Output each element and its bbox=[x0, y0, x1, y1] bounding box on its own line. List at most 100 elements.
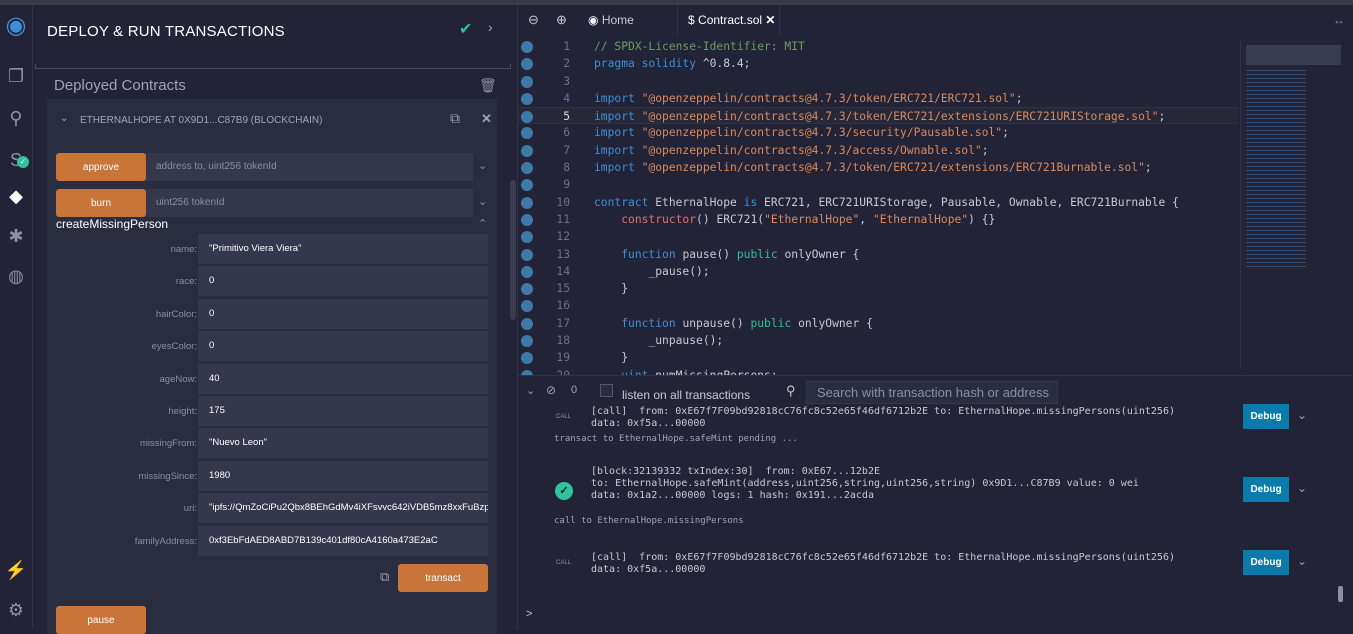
code-line[interactable]: 14 _pause(); bbox=[518, 263, 1238, 280]
chevron-down-icon[interactable]: ⌄ bbox=[1297, 408, 1307, 422]
debug-button[interactable]: Debug bbox=[1243, 404, 1289, 429]
code-token: import bbox=[594, 143, 642, 157]
breakpoint-icon[interactable] bbox=[521, 335, 533, 348]
code-line[interactable]: 10 contract EthernalHope is ERC721, ERC72… bbox=[518, 194, 1238, 211]
code-line[interactable]: 5 import "@openzeppelin/contracts@4.7.3/t… bbox=[518, 107, 1238, 125]
collapse-terminal-icon[interactable]: ⌄ bbox=[526, 384, 535, 397]
field-input-uri[interactable]: "ipfs://QmZoCiPu2Qbx8BEhGdMv4iXFsvvc642i… bbox=[198, 493, 488, 524]
code-line[interactable]: 19 } bbox=[518, 349, 1238, 366]
line-number: 6 bbox=[563, 126, 570, 140]
tab-contract-sol[interactable]: $ Contract.sol ✕ bbox=[680, 5, 780, 35]
close-icon[interactable]: ✕ bbox=[481, 111, 492, 127]
plugin-manager-icon[interactable]: ⚡ bbox=[3, 557, 29, 583]
field-input-familyaddress[interactable]: 0xf3EbFdAED8ABD7B139c401df80cA4160a473E2… bbox=[198, 525, 488, 556]
code-line[interactable]: 12 bbox=[518, 228, 1238, 245]
breakpoint-icon[interactable] bbox=[521, 231, 533, 244]
breakpoint-icon[interactable] bbox=[521, 213, 533, 226]
chevron-up-icon[interactable]: ⌃ bbox=[478, 217, 487, 230]
field-input-name[interactable]: "Primitivo Viera Viera" bbox=[198, 234, 488, 264]
breakpoint-icon[interactable] bbox=[521, 58, 533, 71]
tab-label: Home bbox=[601, 13, 634, 27]
breakpoint-icon[interactable] bbox=[521, 162, 533, 175]
pause-button[interactable]: pause bbox=[56, 606, 146, 634]
field-input-missingsince[interactable]: 1980 bbox=[198, 460, 488, 491]
breakpoint-icon[interactable] bbox=[521, 92, 533, 105]
expand-icon[interactable]: ↔ bbox=[1333, 5, 1345, 35]
code-line[interactable]: 8 import "@openzeppelin/contracts@4.7.3/t… bbox=[518, 159, 1238, 176]
breakpoint-icon[interactable] bbox=[521, 300, 533, 313]
trash-icon[interactable]: 🗑 bbox=[479, 77, 497, 94]
tab-home[interactable]: ◉ Home bbox=[588, 5, 678, 35]
deploy-run-icon[interactable]: ◆ bbox=[3, 183, 29, 209]
debugger-icon[interactable]: ✱ bbox=[3, 223, 29, 249]
breakpoint-icon[interactable] bbox=[521, 283, 533, 296]
divider bbox=[35, 64, 511, 69]
code-line[interactable]: 11 constructor() ERC721("EthernalHope", … bbox=[518, 211, 1238, 228]
field-input-eyescolor[interactable]: 0 bbox=[198, 331, 488, 362]
code-line[interactable]: 3 bbox=[518, 73, 1238, 90]
search-icon[interactable]: ⚲ bbox=[3, 105, 29, 131]
field-input-missingfrom[interactable]: "Nuevo Leon" bbox=[198, 428, 488, 459]
code-line[interactable]: 7 import "@openzeppelin/contracts@4.7.3/a… bbox=[518, 142, 1238, 159]
breakpoint-icon[interactable] bbox=[521, 144, 533, 157]
code-lines[interactable]: 1 // SPDX-License-Identifier: MIT 2 pragma … bbox=[518, 38, 1238, 384]
chevron-down-icon[interactable]: ⌄ bbox=[1297, 554, 1307, 568]
plugin-icon[interactable]: ◍ bbox=[3, 263, 29, 289]
copy-icon[interactable]: ⧉ bbox=[450, 110, 460, 127]
terminal-scrollbar[interactable] bbox=[1338, 586, 1343, 602]
code-line[interactable]: 6 import "@openzeppelin/contracts@4.7.3/s… bbox=[518, 124, 1238, 141]
minimap[interactable] bbox=[1240, 40, 1350, 370]
close-icon[interactable]: ✕ bbox=[765, 13, 775, 27]
terminal-prompt[interactable]: > bbox=[526, 608, 532, 620]
code-line[interactable]: 9 bbox=[518, 176, 1238, 193]
code-line[interactable]: 15 } bbox=[518, 280, 1238, 297]
burn-button[interactable]: burn bbox=[56, 189, 146, 217]
code-line[interactable]: 2 pragma solidity ^0.8.4; bbox=[518, 55, 1238, 72]
solidity-compiler-icon[interactable]: S ✓ bbox=[3, 147, 29, 173]
chevron-down-icon[interactable]: ⌄ bbox=[1297, 481, 1307, 495]
zoom-out-icon[interactable]: ⊖ bbox=[528, 5, 539, 35]
breakpoint-icon[interactable] bbox=[521, 352, 533, 365]
breakpoint-icon[interactable] bbox=[521, 265, 533, 278]
breakpoint-icon[interactable] bbox=[521, 317, 533, 330]
contract-title[interactable]: ETHERNALHOPE AT 0X9D1...C87B9 (BLOCKCHAI… bbox=[80, 115, 323, 126]
chevron-down-icon[interactable]: ⌄ bbox=[60, 113, 68, 124]
clear-console-icon[interactable]: ⊘ bbox=[546, 383, 556, 397]
code-line[interactable]: 17 function unpause() public onlyOwner { bbox=[518, 315, 1238, 332]
transaction-search-input[interactable]: Search with transaction hash or address bbox=[806, 381, 1058, 404]
field-input-haircolor[interactable]: 0 bbox=[198, 298, 488, 329]
settings-gear-icon[interactable]: ⚙ bbox=[3, 597, 29, 623]
field-input-height[interactable]: 175 bbox=[198, 396, 488, 426]
burn-input[interactable]: uint256 tokenId bbox=[146, 189, 473, 217]
copy-calldata-icon[interactable]: ⧉ bbox=[380, 569, 389, 585]
code-line[interactable]: 18 _unpause(); bbox=[518, 332, 1238, 349]
breakpoint-icon[interactable] bbox=[521, 111, 533, 124]
panel-scrollbar[interactable] bbox=[510, 180, 516, 320]
chevron-down-icon[interactable]: ⌄ bbox=[478, 195, 487, 208]
zoom-in-icon[interactable]: ⊕ bbox=[556, 5, 567, 35]
debug-button[interactable]: Debug bbox=[1243, 550, 1289, 575]
transact-button[interactable]: transact bbox=[398, 564, 488, 592]
breakpoint-icon[interactable] bbox=[521, 41, 533, 53]
code-line[interactable]: 4 import "@openzeppelin/contracts@4.7.3/t… bbox=[518, 90, 1238, 107]
code-line[interactable]: 13 function pause() public onlyOwner { bbox=[518, 246, 1238, 263]
breakpoint-icon[interactable] bbox=[521, 75, 533, 88]
approve-button[interactable]: approve bbox=[56, 153, 146, 181]
chevron-down-icon[interactable]: ⌄ bbox=[478, 159, 487, 172]
approve-input[interactable]: address to, uint256 tokenId bbox=[146, 153, 473, 181]
breakpoint-icon[interactable] bbox=[521, 127, 533, 140]
code-token: unpause() bbox=[682, 316, 751, 330]
breakpoint-icon[interactable] bbox=[521, 196, 533, 209]
file-explorer-icon[interactable]: ❐ bbox=[3, 63, 29, 89]
chevron-right-icon[interactable]: › bbox=[488, 19, 493, 35]
field-input-race[interactable]: 0 bbox=[198, 266, 488, 297]
listen-checkbox[interactable] bbox=[600, 384, 613, 397]
code-line[interactable]: 1 // SPDX-License-Identifier: MIT bbox=[518, 38, 1238, 55]
field-input-agenow[interactable]: 40 bbox=[198, 363, 488, 394]
code-line[interactable]: 16 bbox=[518, 297, 1238, 314]
breakpoint-icon[interactable] bbox=[521, 248, 533, 261]
code-text: } bbox=[594, 280, 628, 297]
remix-logo-icon[interactable]: ◉ bbox=[3, 13, 29, 39]
debug-button[interactable]: Debug bbox=[1243, 477, 1289, 502]
breakpoint-icon[interactable] bbox=[521, 179, 533, 192]
